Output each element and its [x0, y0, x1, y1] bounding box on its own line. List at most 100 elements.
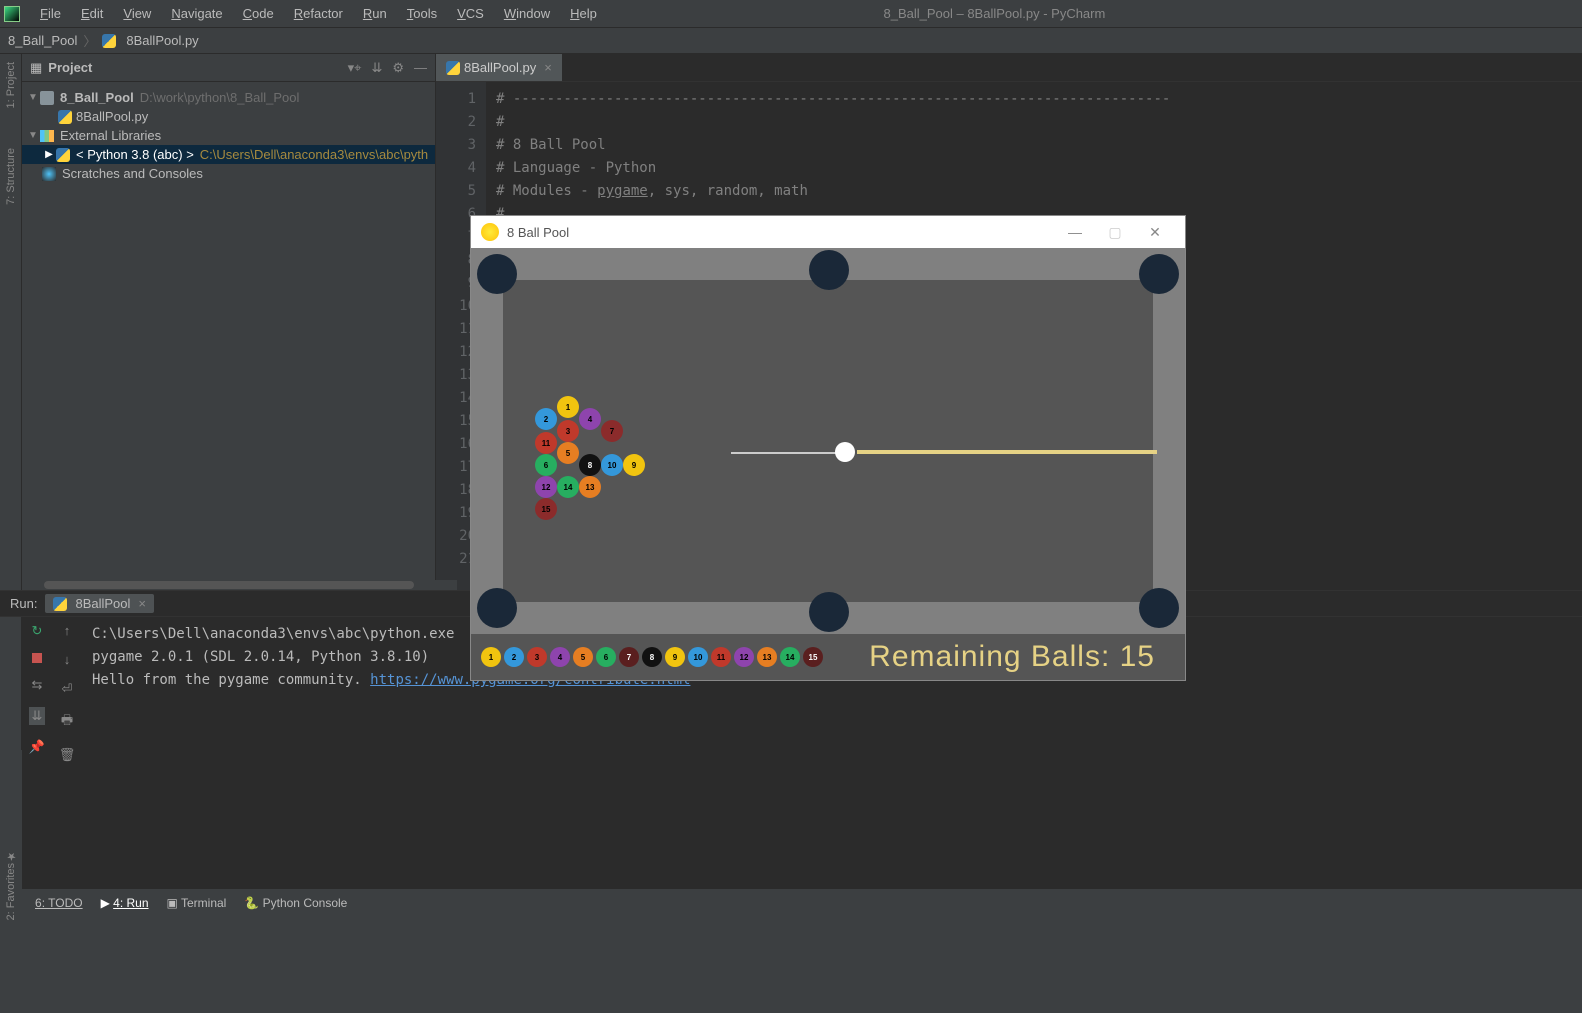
hud-ball-11: 11	[711, 647, 731, 667]
status-pyconsole[interactable]: 🐍 Python Console	[244, 896, 347, 910]
hide-icon[interactable]: —	[414, 60, 427, 76]
ball-2: 2	[535, 408, 557, 430]
python-icon	[56, 148, 70, 162]
project-tree: ▼ 8_Ball_PoolD:\work\python\8_Ball_Pool …	[22, 82, 435, 189]
wrap-icon[interactable]: ⏎	[62, 681, 73, 697]
hud-ball-7: 7	[619, 647, 639, 667]
layout2-icon[interactable]: ⇊	[29, 707, 46, 725]
menu-edit[interactable]: Edit	[71, 6, 113, 21]
minimize-button[interactable]: —	[1055, 224, 1095, 240]
python-file-icon	[58, 110, 72, 124]
close-button[interactable]: ✕	[1135, 224, 1175, 241]
left-tab-project[interactable]: 1: Project	[5, 62, 17, 108]
menu-file[interactable]: File	[30, 6, 71, 21]
left-gutter: 1: Project 7: Structure	[0, 54, 22, 590]
hud: 123456789101112131415 Remaining Balls: 1…	[471, 634, 1185, 680]
left-tab-structure[interactable]: 7: Structure	[5, 148, 17, 205]
ball-8: 8	[579, 454, 601, 476]
pycharm-icon	[4, 6, 20, 22]
hud-ball-5: 5	[573, 647, 593, 667]
left-tab-favorites[interactable]: 2: Favorites	[5, 863, 17, 920]
libraries-icon	[40, 130, 54, 142]
editor-tab-bar: 8BallPool.py ×	[436, 54, 1582, 82]
menu-navigate[interactable]: Navigate	[161, 6, 232, 21]
run-label: Run:	[10, 596, 37, 611]
breadcrumb-separator: 〉	[83, 31, 96, 50]
menu-run[interactable]: Run	[353, 6, 397, 21]
hud-ball-3: 3	[527, 647, 547, 667]
ball-5: 5	[557, 442, 579, 464]
editor-tab[interactable]: 8BallPool.py ×	[436, 54, 563, 81]
ball-14: 14	[557, 476, 579, 498]
scratches-icon	[42, 167, 56, 181]
collapse-icon[interactable]: ⇊	[371, 60, 382, 76]
breadcrumb-file[interactable]: 8BallPool.py	[126, 33, 198, 48]
python-file-icon	[102, 34, 116, 48]
tree-interpreter[interactable]: ▶ < Python 3.8 (abc) > C:\Users\Dell\ana…	[22, 145, 435, 164]
project-panel-header: ▦ Project ▾ ⌖ ⇊ ⚙ —	[22, 54, 435, 82]
tree-root[interactable]: ▼ 8_Ball_PoolD:\work\python\8_Ball_Pool	[22, 88, 435, 107]
menu-vcs[interactable]: VCS	[447, 6, 494, 21]
tree-ext-lib[interactable]: ▼ External Libraries	[22, 126, 435, 145]
ball-9: 9	[623, 454, 645, 476]
game-titlebar[interactable]: 8 Ball Pool — ▢ ✕	[471, 216, 1185, 248]
game-canvas[interactable]: 123456789101112131415 123456789101112131…	[471, 248, 1185, 680]
hud-ball-13: 13	[757, 647, 777, 667]
locate-icon[interactable]: ⌖	[354, 60, 361, 76]
breadcrumb-project[interactable]: 8_Ball_Pool	[8, 33, 77, 48]
hud-ball-2: 2	[504, 647, 524, 667]
menu-tools[interactable]: Tools	[397, 6, 447, 21]
cue-stick	[857, 450, 1157, 454]
status-run[interactable]: ▶ 4: Run	[101, 896, 149, 910]
aim-line	[731, 452, 841, 454]
menu-code[interactable]: Code	[233, 6, 284, 21]
menu-window[interactable]: Window	[494, 6, 560, 21]
status-terminal[interactable]: ▣ Terminal	[167, 896, 227, 910]
settings-icon[interactable]: ⚙	[392, 60, 404, 76]
status-bar: ≡ 6: TODO ▶ 4: Run ▣ Terminal 🐍 Python C…	[0, 888, 1582, 916]
rerun-icon[interactable]: ↻	[32, 623, 43, 639]
menu-view[interactable]: View	[113, 6, 161, 21]
ball-4: 4	[579, 408, 601, 430]
hud-ball-15: 15	[803, 647, 823, 667]
close-icon[interactable]: ×	[544, 60, 552, 75]
hud-ball-4: 4	[550, 647, 570, 667]
ball-7: 7	[601, 420, 623, 442]
hud-ball-14: 14	[780, 647, 800, 667]
hud-ball-8: 8	[642, 647, 662, 667]
ball-15: 15	[535, 498, 557, 520]
ball-10: 10	[601, 454, 623, 476]
ball-3: 3	[557, 420, 579, 442]
menu-help[interactable]: Help	[560, 6, 607, 21]
tree-file[interactable]: 8BallPool.py	[22, 107, 435, 126]
pocket	[809, 592, 849, 632]
tree-scratches[interactable]: Scratches and Consoles	[22, 164, 435, 183]
pocket	[1139, 254, 1179, 294]
pin-icon[interactable]: 📌	[29, 739, 45, 755]
stop-icon[interactable]	[32, 653, 42, 663]
status-todo[interactable]: 6: TODO	[35, 896, 83, 910]
up-icon[interactable]: ↑	[64, 623, 71, 638]
pygame-window: 8 Ball Pool — ▢ ✕ 123456789101112131415 …	[470, 215, 1186, 681]
pocket	[809, 250, 849, 290]
project-scrollbar[interactable]	[44, 580, 457, 590]
ball-11: 11	[535, 432, 557, 454]
trash-icon[interactable]: 🗑	[59, 747, 76, 763]
hud-ball-12: 12	[734, 647, 754, 667]
left-tab-favorites-wrap: ★ 2: Favorites	[0, 750, 22, 930]
maximize-button[interactable]: ▢	[1095, 224, 1135, 241]
python-file-icon	[446, 61, 460, 75]
run-tab[interactable]: 8BallPool ×	[45, 594, 154, 613]
ball-12: 12	[535, 476, 557, 498]
ball-6: 6	[535, 454, 557, 476]
hud-ball-1: 1	[481, 647, 501, 667]
pocket	[1139, 588, 1179, 628]
hud-ball-9: 9	[665, 647, 685, 667]
layout-icon[interactable]: ⇆	[32, 677, 43, 693]
menu-refactor[interactable]: Refactor	[284, 6, 353, 21]
hud-ball-6: 6	[596, 647, 616, 667]
remaining-balls: Remaining Balls: 15	[869, 640, 1175, 674]
print-icon[interactable]: 🖶	[61, 711, 73, 733]
project-panel: ▦ Project ▾ ⌖ ⇊ ⚙ — ▼ 8_Ball_PoolD:\work…	[22, 54, 436, 590]
down-icon[interactable]: ↓	[64, 652, 71, 667]
